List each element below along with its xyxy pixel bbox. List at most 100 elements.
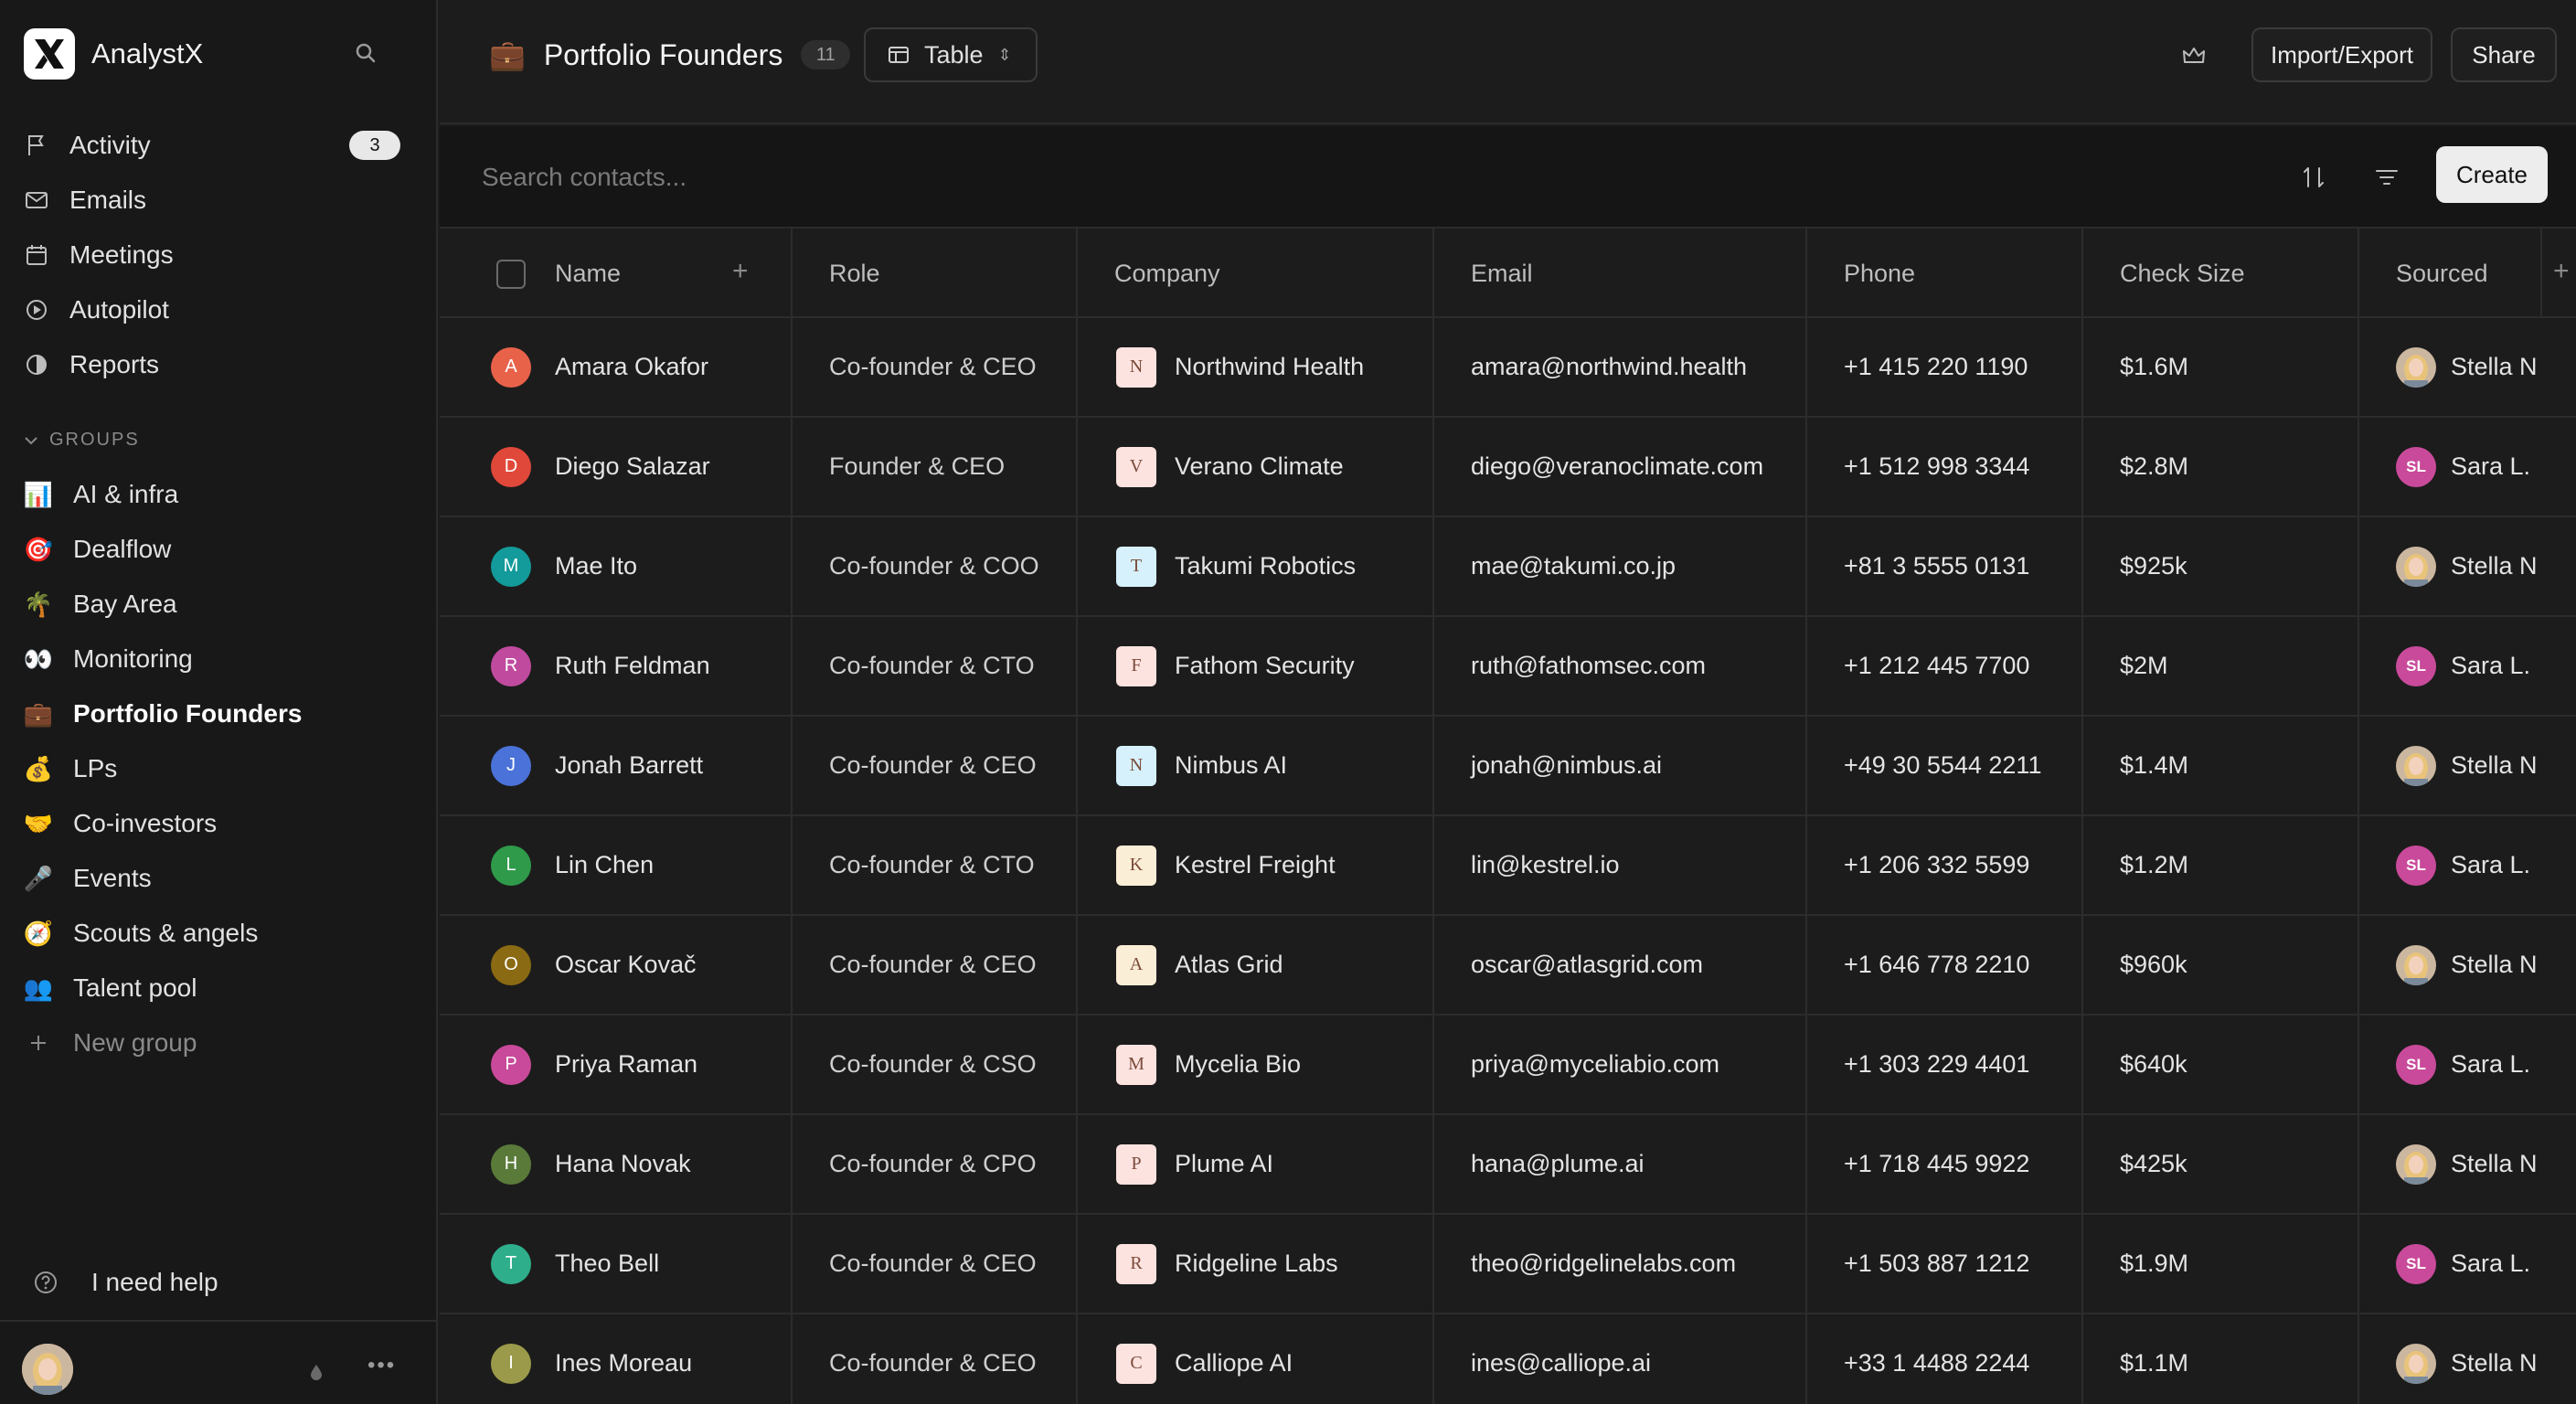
phone-cell[interactable]: +1 206 332 5599 xyxy=(1807,816,2083,914)
sourced-cell[interactable]: SL Sara L. xyxy=(2359,1215,2576,1313)
new-group-button[interactable]: New group xyxy=(0,1018,438,1068)
column-company[interactable]: Company xyxy=(1078,229,1434,318)
phone-cell[interactable]: +49 30 5544 2211 xyxy=(1807,717,2083,814)
phone-cell[interactable]: +1 718 445 9922 xyxy=(1807,1115,2083,1213)
company-cell[interactable]: N Nimbus AI xyxy=(1078,717,1434,814)
table-row[interactable]: P Priya Raman Co-founder & CSO M Mycelia Bio… xyxy=(440,1016,2576,1115)
table-row[interactable]: R Ruth Feldman Co-founder & CTO F Fathom Sec… xyxy=(440,617,2576,717)
company-cell[interactable]: N Northwind Health xyxy=(1078,318,1434,416)
column-name[interactable]: Name + xyxy=(440,229,793,318)
role-cell[interactable]: Co-founder & CEO xyxy=(793,717,1078,814)
table-row[interactable]: L Lin Chen Co-founder & CTO K Kestrel Freigh… xyxy=(440,816,2576,916)
sort-icon[interactable] xyxy=(2295,159,2332,196)
sourced-cell[interactable]: Stella N xyxy=(2359,318,2576,416)
sourced-cell[interactable]: SL Sara L. xyxy=(2359,617,2576,715)
company-cell[interactable]: A Atlas Grid xyxy=(1078,916,1434,1014)
view-selector-button[interactable]: Table ⇕ xyxy=(864,27,1038,82)
check-size-cell[interactable]: $1.9M xyxy=(2083,1215,2359,1313)
name-cell[interactable]: T Theo Bell xyxy=(440,1215,793,1313)
column-role[interactable]: Role xyxy=(793,229,1078,318)
name-cell[interactable]: R Ruth Feldman xyxy=(440,617,793,715)
nav-autopilot[interactable]: Autopilot xyxy=(0,285,438,335)
check-size-cell[interactable]: $925k xyxy=(2083,517,2359,615)
company-cell[interactable]: K Kestrel Freight xyxy=(1078,816,1434,914)
name-cell[interactable]: P Priya Raman xyxy=(440,1016,793,1113)
column-email[interactable]: Email xyxy=(1434,229,1807,318)
sourced-cell[interactable]: SL Sara L. xyxy=(2359,418,2576,516)
role-cell[interactable]: Co-founder & CEO xyxy=(793,1215,1078,1313)
table-row[interactable]: A Amara Okafor Co-founder & CEO N Northwind … xyxy=(440,318,2576,418)
column-sourced[interactable]: Sourced xyxy=(2359,229,2542,318)
group-ai-infra[interactable]: 📊 AI & infra xyxy=(0,470,438,519)
name-cell[interactable]: D Diego Salazar xyxy=(440,418,793,516)
table-row[interactable]: M Mae Ito Co-founder & COO T Takumi Robotics… xyxy=(440,517,2576,617)
email-cell[interactable]: mae@takumi.co.jp xyxy=(1434,517,1807,615)
phone-cell[interactable]: +81 3 5555 0131 xyxy=(1807,517,2083,615)
name-cell[interactable]: H Hana Novak xyxy=(440,1115,793,1213)
email-cell[interactable]: ruth@fathomsec.com xyxy=(1434,617,1807,715)
email-cell[interactable]: priya@myceliabio.com xyxy=(1434,1016,1807,1113)
group-dealflow[interactable]: 🎯 Dealflow xyxy=(0,525,438,574)
email-cell[interactable]: lin@kestrel.io xyxy=(1434,816,1807,914)
share-button[interactable]: Share xyxy=(2451,27,2557,82)
company-cell[interactable]: F Fathom Security xyxy=(1078,617,1434,715)
filter-icon[interactable] xyxy=(2368,159,2405,196)
group-events[interactable]: 🎤 Events xyxy=(0,854,438,903)
group-scouts-angels[interactable]: 🧭 Scouts & angels xyxy=(0,909,438,958)
check-size-cell[interactable]: $2M xyxy=(2083,617,2359,715)
name-cell[interactable]: L Lin Chen xyxy=(440,816,793,914)
role-cell[interactable]: Co-founder & CEO xyxy=(793,318,1078,416)
sidebar-search-icon[interactable] xyxy=(353,40,380,68)
name-cell[interactable]: M Mae Ito xyxy=(440,517,793,615)
role-cell[interactable]: Co-founder & CSO xyxy=(793,1016,1078,1113)
check-size-cell[interactable]: $960k xyxy=(2083,916,2359,1014)
check-size-cell[interactable]: $640k xyxy=(2083,1016,2359,1113)
nav-reports[interactable]: Reports xyxy=(0,340,438,389)
phone-cell[interactable]: +1 303 229 4401 xyxy=(1807,1016,2083,1113)
name-cell[interactable]: J Jonah Barrett xyxy=(440,717,793,814)
help-button[interactable]: I need help xyxy=(33,1260,218,1305)
company-cell[interactable]: P Plume AI xyxy=(1078,1115,1434,1213)
sourced-cell[interactable]: Stella N xyxy=(2359,517,2576,615)
add-field-icon[interactable]: + xyxy=(732,256,749,287)
nav-emails[interactable]: Emails xyxy=(0,176,438,225)
email-cell[interactable]: ines@calliope.ai xyxy=(1434,1314,1807,1404)
check-size-cell[interactable]: $1.4M xyxy=(2083,717,2359,814)
more-options-icon[interactable]: ••• xyxy=(367,1353,396,1378)
company-cell[interactable]: R Ridgeline Labs xyxy=(1078,1215,1434,1313)
check-size-cell[interactable]: $425k xyxy=(2083,1115,2359,1213)
check-size-cell[interactable]: $1.1M xyxy=(2083,1314,2359,1404)
phone-cell[interactable]: +1 503 887 1212 xyxy=(1807,1215,2083,1313)
phone-cell[interactable]: +33 1 4488 2244 xyxy=(1807,1314,2083,1404)
phone-cell[interactable]: +1 212 445 7700 xyxy=(1807,617,2083,715)
nav-meetings[interactable]: Meetings xyxy=(0,230,438,280)
table-row[interactable]: O Oscar Kovač Co-founder & CEO A Atlas Grid o… xyxy=(440,916,2576,1016)
sourced-cell[interactable]: Stella N xyxy=(2359,1115,2576,1213)
role-cell[interactable]: Co-founder & CPO xyxy=(793,1115,1078,1213)
phone-cell[interactable]: +1 512 998 3344 xyxy=(1807,418,2083,516)
nav-activity[interactable]: Activity 3 xyxy=(0,121,438,170)
sourced-cell[interactable]: SL Sara L. xyxy=(2359,816,2576,914)
table-row[interactable]: I Ines Moreau Co-founder & CEO C Calliope AI… xyxy=(440,1314,2576,1404)
group-bay-area[interactable]: 🌴 Bay Area xyxy=(0,580,438,629)
select-all-checkbox[interactable] xyxy=(496,260,526,289)
sourced-cell[interactable]: Stella N xyxy=(2359,717,2576,814)
name-cell[interactable]: A Amara Okafor xyxy=(440,318,793,416)
create-button[interactable]: Create xyxy=(2436,146,2548,203)
company-cell[interactable]: C Calliope AI xyxy=(1078,1314,1434,1404)
add-column-icon[interactable]: + xyxy=(2553,256,2570,287)
email-cell[interactable]: jonah@nimbus.ai xyxy=(1434,717,1807,814)
brand[interactable]: AnalystX xyxy=(24,27,203,80)
email-cell[interactable]: diego@veranoclimate.com xyxy=(1434,418,1807,516)
email-cell[interactable]: hana@plume.ai xyxy=(1434,1115,1807,1213)
role-cell[interactable]: Co-founder & CEO xyxy=(793,916,1078,1014)
group-talent-pool[interactable]: 👥 Talent pool xyxy=(0,963,438,1013)
role-cell[interactable]: Founder & CEO xyxy=(793,418,1078,516)
table-row[interactable]: T Theo Bell Co-founder & CEO R Ridgeline Lab… xyxy=(440,1215,2576,1314)
import-export-button[interactable]: Import/Export xyxy=(2251,27,2432,82)
name-cell[interactable]: I Ines Moreau xyxy=(440,1314,793,1404)
check-size-cell[interactable]: $1.6M xyxy=(2083,318,2359,416)
groups-header[interactable]: GROUPS xyxy=(24,430,140,451)
role-cell[interactable]: Co-founder & CTO xyxy=(793,617,1078,715)
sourced-cell[interactable]: SL Sara L. xyxy=(2359,1016,2576,1113)
